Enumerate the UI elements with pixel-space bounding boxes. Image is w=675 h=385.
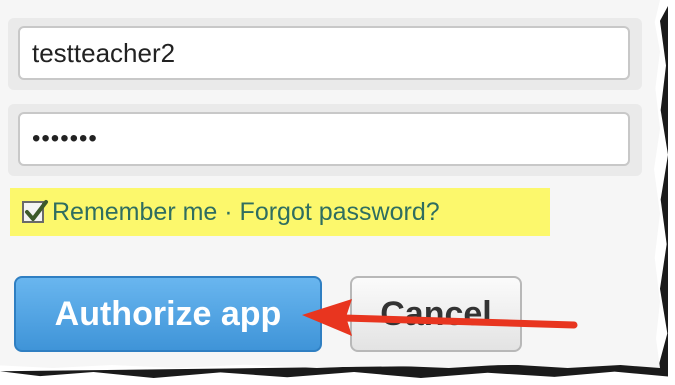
remember-me-label: Remember me · Forgot password? [52,198,440,227]
username-field-group [8,18,642,90]
username-field[interactable] [18,26,630,80]
password-field-group [8,104,642,176]
password-field[interactable] [18,112,630,166]
remember-me-text: Remember me · [52,197,240,226]
forgot-password-link[interactable]: Forgot password? [240,198,440,226]
login-panel: Remember me · Forgot password? Authorize… [0,0,660,368]
checkmark-icon [25,200,48,221]
red-arrow-icon [302,299,578,336]
authorize-app-button[interactable]: Authorize app [14,276,322,352]
remember-me-checkbox[interactable] [22,200,48,223]
remember-me-row: Remember me · Forgot password? [10,188,550,236]
